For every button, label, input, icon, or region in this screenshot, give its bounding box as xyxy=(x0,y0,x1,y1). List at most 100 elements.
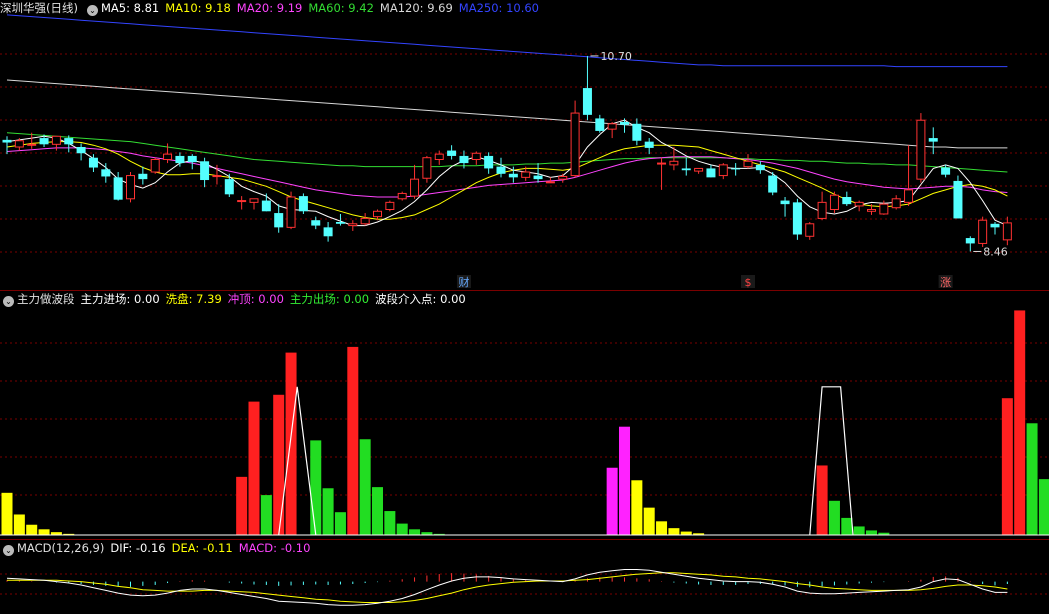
wave-bar xyxy=(347,346,359,535)
candle-down xyxy=(644,141,654,148)
candle-up xyxy=(978,219,988,244)
candle-up xyxy=(422,157,432,179)
candle-up xyxy=(694,167,704,172)
candle-up xyxy=(916,119,926,180)
candle-up xyxy=(14,140,24,148)
wave-bar xyxy=(236,476,248,535)
chevron-down-icon[interactable]: ⌄ xyxy=(86,5,98,16)
candle-down xyxy=(323,227,333,237)
candle-up xyxy=(570,112,580,177)
legend-item: MA250: 10.60 xyxy=(458,1,539,15)
wave-bar xyxy=(1001,398,1013,535)
candle-down xyxy=(768,175,778,193)
legend-item: 主力进场: 0.00 xyxy=(80,292,160,306)
wave-bar xyxy=(643,507,655,535)
legend-item: MA5: 8.81 xyxy=(100,1,160,15)
candle-up xyxy=(51,135,61,145)
dea-line xyxy=(7,572,1008,603)
stock-title: 深圳华强(日线) xyxy=(0,1,78,15)
candle-down xyxy=(582,88,592,115)
candle-up xyxy=(1002,222,1012,241)
high-price-label: 10.70 xyxy=(600,50,632,63)
candle-up xyxy=(348,223,358,227)
wave-bar-chart[interactable] xyxy=(0,291,1049,539)
candle-down xyxy=(200,161,210,181)
wave-bar xyxy=(1,492,13,535)
event-marker: 涨 xyxy=(940,276,951,289)
candle-up xyxy=(657,162,667,165)
legend-item: MA60: 9.42 xyxy=(308,1,374,15)
wave-bar xyxy=(841,517,853,535)
candle-up xyxy=(669,160,679,166)
legend-item: MA10: 9.18 xyxy=(165,1,231,15)
macd-panel[interactable]: ⌄ MACD(12,26,9) DIF: -0.16 DEA: -0.11 MACD: … xyxy=(0,540,1049,614)
candle-down xyxy=(298,196,308,212)
candle-down xyxy=(484,155,494,169)
candle-up xyxy=(718,164,728,177)
event-marker: 财 xyxy=(458,275,469,289)
candle-up xyxy=(163,153,173,160)
candle-down xyxy=(990,223,1000,228)
candle-up xyxy=(373,210,382,218)
candle-up xyxy=(471,152,481,160)
candle-down xyxy=(731,168,741,170)
candle-down xyxy=(706,168,716,178)
wave-bar xyxy=(322,488,334,535)
legend-item: MACD: -0.10 xyxy=(238,541,311,555)
candle-down xyxy=(595,118,605,131)
candle-up xyxy=(817,201,827,219)
candle-down xyxy=(2,139,12,143)
wave-bar xyxy=(260,495,272,535)
candle-down xyxy=(138,173,148,180)
chevron-down-icon[interactable]: ⌄ xyxy=(3,545,14,556)
wave-bar xyxy=(26,524,38,535)
wave-bar xyxy=(38,529,50,535)
wave-bar xyxy=(680,531,692,535)
candle-down xyxy=(941,167,951,175)
macd-title: MACD(12,26,9) xyxy=(17,541,105,555)
chevron-down-icon[interactable]: ⌄ xyxy=(3,296,14,307)
candle-down xyxy=(632,123,642,141)
wave-legend: ⌄ 主力做波段 主力进场: 0.00 洗盘: 7.39 冲顶: 0.00 主力出场: 0.… xyxy=(0,291,1049,308)
candle-up xyxy=(879,203,889,215)
candle-down xyxy=(792,202,802,235)
legend-item: 主力出场: 0.00 xyxy=(289,292,370,306)
candle-down xyxy=(533,175,543,180)
candle-up xyxy=(743,160,753,168)
candle-down xyxy=(755,164,765,171)
candle-up xyxy=(27,143,37,146)
legend-item: 洗盘: 7.39 xyxy=(165,292,222,306)
candlestick-chart[interactable]: 10.70 8.46 财 $ 涨 xyxy=(0,0,1049,290)
candle-up xyxy=(126,175,135,200)
wave-bar xyxy=(310,440,322,535)
wave-bar xyxy=(656,521,668,535)
candle-up xyxy=(545,181,555,184)
wave-bar xyxy=(248,401,260,535)
wave-bar xyxy=(606,467,618,535)
candle-up xyxy=(286,196,296,228)
price-legend: 深圳华强(日线) ⌄ MA5: 8.81 MA10: 9.18 MA20: 9.19 MA… xyxy=(0,0,1049,17)
wave-bar xyxy=(13,514,25,535)
candle-down xyxy=(187,155,197,163)
wave-panel[interactable]: ⌄ 主力做波段 主力进场: 0.00 洗盘: 7.39 冲顶: 0.00 主力出场: 0.… xyxy=(0,291,1049,539)
candle-up xyxy=(150,159,160,173)
ma-line-ma120 xyxy=(6,79,1008,149)
wave-bar xyxy=(816,465,828,535)
dif-line xyxy=(6,569,1008,606)
wave-bar xyxy=(619,426,630,535)
candle-down xyxy=(39,138,49,145)
candle-down xyxy=(928,138,938,142)
candle-down xyxy=(88,157,98,168)
price-panel[interactable]: 深圳华强(日线) ⌄ MA5: 8.81 MA10: 9.18 MA20: 9.19 MA… xyxy=(0,0,1049,290)
candle-up xyxy=(385,201,395,211)
candle-down xyxy=(224,179,234,195)
wave-bar xyxy=(409,529,421,535)
entry-signal-line xyxy=(278,386,317,536)
low-price-label: 8.46 xyxy=(983,245,1008,258)
candle-up xyxy=(829,194,839,210)
candle-up xyxy=(360,217,370,225)
wave-bar xyxy=(334,512,346,535)
legend-item: 冲顶: 0.00 xyxy=(227,292,284,306)
wave-bar xyxy=(1026,423,1038,535)
candle-up xyxy=(854,201,864,207)
